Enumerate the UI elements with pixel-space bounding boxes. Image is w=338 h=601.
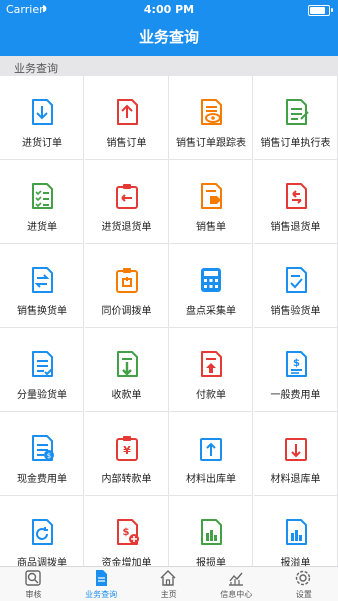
grid-item-label: 销售换货单 xyxy=(17,306,67,317)
grid-item-label: 商品调拨单 xyxy=(17,558,67,566)
upload-doc-icon xyxy=(113,98,141,126)
grid-item[interactable]: 同价调拨单 xyxy=(84,244,169,328)
page-title: 业务查询 xyxy=(138,28,199,46)
grid-item[interactable]: 销售单 xyxy=(169,160,253,244)
grid-item[interactable]: 销售验货单 xyxy=(253,244,338,328)
tab-label: 业务查询 xyxy=(85,590,118,599)
grid-item-label: 销售订单执行表 xyxy=(260,138,331,149)
svg-text:$: $ xyxy=(122,527,129,538)
tab-label: 审核 xyxy=(25,590,42,599)
grid-item[interactable]: 分量验货单 xyxy=(0,328,84,412)
status-bar: Carrier ◗ 4:00 PM xyxy=(0,0,338,20)
tab-bar: 审核 业务查询 主页 信息中心 设置 xyxy=(0,566,338,601)
cash-doc-icon: $ xyxy=(28,434,56,462)
status-time: 4:00 PM xyxy=(143,3,195,16)
svg-text:$: $ xyxy=(47,452,51,460)
grid-item[interactable]: 报损单 xyxy=(169,496,253,566)
refresh-doc-icon xyxy=(28,518,56,546)
bar-chart-doc-icon xyxy=(197,518,225,546)
grid-item[interactable]: 销售订单执行表 xyxy=(253,76,338,160)
grid-item[interactable]: 商品调拨单 xyxy=(0,496,84,566)
svg-text:$: $ xyxy=(293,358,300,369)
grid-item[interactable]: 报溢单 xyxy=(254,496,338,566)
svg-text:¥: ¥ xyxy=(123,444,131,457)
function-grid: 进货订单 销售订单 销售订单跟踪表 销售订单执行表进货单 进货退货单 销售单 销售退货单销售… xyxy=(0,76,338,566)
tab-audit[interactable]: 审核 xyxy=(0,567,67,601)
receive-money-icon xyxy=(113,350,141,378)
grid-item-label: 一般费用单 xyxy=(270,390,321,401)
download-doc-icon xyxy=(28,98,56,126)
grid-item-label: 分量验货单 xyxy=(17,390,67,401)
material-return-icon xyxy=(282,434,310,462)
bar-chart-doc-blue-icon xyxy=(282,518,310,546)
grid-item[interactable]: ¥ 内部转款单 xyxy=(84,412,169,496)
check-doc-icon xyxy=(282,266,310,294)
tracking-eye-doc-icon xyxy=(197,98,225,126)
grid-item-label: 进货退货单 xyxy=(101,222,152,233)
return-clipboard-icon xyxy=(113,182,141,210)
transfer-clipboard-icon xyxy=(113,266,141,294)
exchange-doc-icon xyxy=(28,266,56,294)
section-title: 业务查询 xyxy=(14,62,58,75)
grid-item-label: 销售单 xyxy=(196,222,226,233)
yen-transfer-icon: ¥ xyxy=(113,434,141,462)
tag-doc-icon xyxy=(197,182,225,210)
grid-item-label: 进货订单 xyxy=(22,138,62,149)
return-doc-icon xyxy=(282,182,310,210)
tab-stats[interactable]: 信息中心 xyxy=(203,567,270,601)
checklist-doc-icon xyxy=(28,182,56,210)
tab-document[interactable]: 业务查询 xyxy=(68,567,135,601)
grid-item-label: 付款单 xyxy=(196,390,226,401)
grid-item[interactable]: 进货单 xyxy=(0,160,84,244)
grid-item[interactable]: 材料退库单 xyxy=(253,412,338,496)
edit-list-doc-icon xyxy=(282,98,310,126)
grid-item-label: 材料退库单 xyxy=(270,474,321,485)
grid-item-label: 报溢单 xyxy=(280,558,311,566)
tab-home[interactable]: 主页 xyxy=(135,567,202,601)
grid-item-label: 销售订单跟踪表 xyxy=(176,138,246,149)
pay-money-icon xyxy=(197,350,225,378)
grid-item-label: 进货单 xyxy=(27,222,57,233)
grid-item[interactable]: 盘点采集单 xyxy=(169,244,253,328)
grid-item-label: 同价调拨单 xyxy=(101,306,152,317)
grid-item-label: 材料出库单 xyxy=(186,474,236,485)
grid-item-label: 销售退货单 xyxy=(270,222,321,233)
section-header: 业务查询 xyxy=(0,56,338,76)
tab-gear[interactable]: 设置 xyxy=(270,567,337,601)
grid-item[interactable]: 销售换货单 xyxy=(0,244,84,328)
dollar-doc-icon: $ xyxy=(282,350,310,378)
grid-item-label: 报损单 xyxy=(196,558,226,566)
fund-increase-icon: $ xyxy=(113,518,141,546)
battery-icon xyxy=(308,5,330,16)
grid-item[interactable]: 销售订单 xyxy=(84,76,169,160)
grid-item[interactable]: $ 一般费用单 xyxy=(253,328,338,412)
grid-item[interactable]: 销售退货单 xyxy=(253,160,338,244)
navigation-bar: Carrier ◗ 4:00 PM 业务查询 xyxy=(0,0,338,64)
grid-item-label: 销售验货单 xyxy=(270,306,321,317)
grid-item-label: 收款单 xyxy=(111,390,142,401)
grid-item[interactable]: 进货订单 xyxy=(0,76,84,160)
grid-item[interactable]: 材料出库单 xyxy=(169,412,253,496)
calculator-icon xyxy=(197,266,225,294)
grid-item-label: 盘点采集单 xyxy=(186,306,236,317)
grid-item[interactable]: 进货退货单 xyxy=(84,160,169,244)
tab-label: 设置 xyxy=(295,590,312,599)
grid-item-label: 内部转款单 xyxy=(101,474,152,485)
grid-item-label: 资金增加单 xyxy=(101,558,152,566)
grid-item-label: 销售订单 xyxy=(106,138,147,149)
tab-label: 信息中心 xyxy=(220,590,253,599)
grid-item[interactable]: 收款单 xyxy=(84,328,169,412)
material-out-icon xyxy=(197,434,225,462)
grid-item[interactable]: $ 现金费用单 xyxy=(0,412,84,496)
tab-label: 主页 xyxy=(160,590,177,599)
grid-item-label: 现金费用单 xyxy=(17,474,67,485)
grid-item[interactable]: 付款单 xyxy=(169,328,253,412)
partial-check-doc-icon xyxy=(28,350,56,378)
grid-item[interactable]: 销售订单跟踪表 xyxy=(169,76,253,160)
grid-item[interactable]: $ 资金增加单 xyxy=(85,496,169,566)
